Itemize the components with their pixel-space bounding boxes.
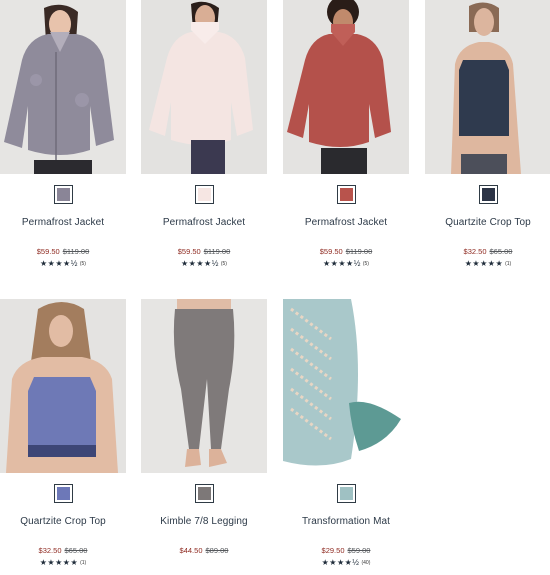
color-swatch[interactable] <box>53 185 73 204</box>
review-count: (40) <box>361 559 371 566</box>
product-image[interactable] <box>141 299 267 473</box>
sale-price: $59.50 <box>36 247 60 256</box>
product-card[interactable]: Kimble 7/8 Legging $44.50 $89.00 <box>141 299 267 555</box>
swatch-chip <box>339 487 353 500</box>
product-image[interactable] <box>0 299 126 473</box>
product-name[interactable]: Transformation Mat <box>283 516 409 527</box>
product-grid: Permafrost Jacket $59.50 $119.00 ★★★★½ (5)… <box>0 0 550 575</box>
product-image[interactable] <box>283 299 409 473</box>
original-price: $119.00 <box>203 247 231 256</box>
original-price: $65.00 <box>64 546 88 555</box>
original-price: $119.00 <box>62 247 90 256</box>
sale-price: $44.50 <box>179 546 203 555</box>
color-swatch[interactable] <box>53 484 73 503</box>
rating-stars: ★★★★★ <box>39 558 79 567</box>
product-price: $59.50 $119.00 <box>141 247 267 256</box>
product-card[interactable]: Permafrost Jacket $59.50 $119.00 ★★★★½ (5) <box>141 0 267 268</box>
swatch-chip <box>56 487 70 500</box>
swatch-chip <box>56 188 70 201</box>
product-rating: ★★★★★ (1) <box>425 259 550 268</box>
swatch-chip <box>481 188 495 201</box>
color-swatch[interactable] <box>336 484 356 503</box>
product-card[interactable]: Permafrost Jacket $59.50 $119.00 ★★★★½ (5) <box>0 0 126 268</box>
review-count: (5) <box>220 260 227 267</box>
sale-price: $59.50 <box>319 247 343 256</box>
rating-stars: ★★★★½ <box>40 259 78 268</box>
color-swatch[interactable] <box>478 185 498 204</box>
original-price: $119.00 <box>345 247 373 256</box>
rating-stars: ★★★★½ <box>181 259 219 268</box>
product-price: $59.50 $119.00 <box>0 247 126 256</box>
product-name[interactable]: Permafrost Jacket <box>141 217 267 228</box>
review-count: (1) <box>505 260 512 267</box>
color-swatch[interactable] <box>194 484 214 503</box>
product-image[interactable] <box>141 0 267 174</box>
product-name[interactable]: Quartzite Crop Top <box>0 516 126 527</box>
swatch-chip <box>339 188 353 201</box>
product-rating: ★★★★½ (5) <box>283 259 409 268</box>
product-price: $44.50 $89.00 <box>141 546 267 555</box>
product-name[interactable]: Permafrost Jacket <box>283 217 409 228</box>
product-rating: ★★★★½ (5) <box>0 259 126 268</box>
original-price: $65.00 <box>489 247 513 256</box>
product-price: $32.50 $65.00 <box>0 546 126 555</box>
color-swatch[interactable] <box>194 185 214 204</box>
review-count: (1) <box>80 559 87 566</box>
review-count: (5) <box>79 260 86 267</box>
product-price: $29.50 $59.00 <box>283 546 409 555</box>
product-name[interactable]: Quartzite Crop Top <box>425 217 550 228</box>
swatch-chip <box>197 188 211 201</box>
sale-price: $59.50 <box>177 247 201 256</box>
product-card[interactable]: Permafrost Jacket $59.50 $119.00 ★★★★½ (5) <box>283 0 409 268</box>
product-name[interactable]: Permafrost Jacket <box>0 217 126 228</box>
product-image[interactable] <box>425 0 550 174</box>
sale-price: $29.50 <box>321 546 345 555</box>
product-card[interactable]: Transformation Mat $29.50 $59.00 ★★★★½ (40… <box>283 299 409 567</box>
sale-price: $32.50 <box>463 247 487 256</box>
color-swatch[interactable] <box>336 185 356 204</box>
swatch-chip <box>197 487 211 500</box>
product-rating: ★★★★½ (5) <box>141 259 267 268</box>
product-rating: ★★★★★ (1) <box>0 558 126 567</box>
product-image[interactable] <box>283 0 409 174</box>
rating-stars: ★★★★½ <box>321 558 360 567</box>
rating-stars: ★★★★½ <box>323 259 361 268</box>
product-rating: ★★★★½ (40) <box>283 558 409 567</box>
product-card[interactable]: Quartzite Crop Top $32.50 $65.00 ★★★★★ (1) <box>0 299 126 567</box>
product-price: $59.50 $119.00 <box>283 247 409 256</box>
rating-stars: ★★★★★ <box>464 259 504 268</box>
product-price: $32.50 $65.00 <box>425 247 550 256</box>
product-card[interactable]: Quartzite Crop Top $32.50 $65.00 ★★★★★ (1) <box>425 0 550 268</box>
review-count: (5) <box>362 260 369 267</box>
original-price: $59.00 <box>347 546 371 555</box>
product-image[interactable] <box>0 0 126 174</box>
product-name[interactable]: Kimble 7/8 Legging <box>141 516 267 527</box>
original-price: $89.00 <box>205 546 229 555</box>
sale-price: $32.50 <box>38 546 62 555</box>
